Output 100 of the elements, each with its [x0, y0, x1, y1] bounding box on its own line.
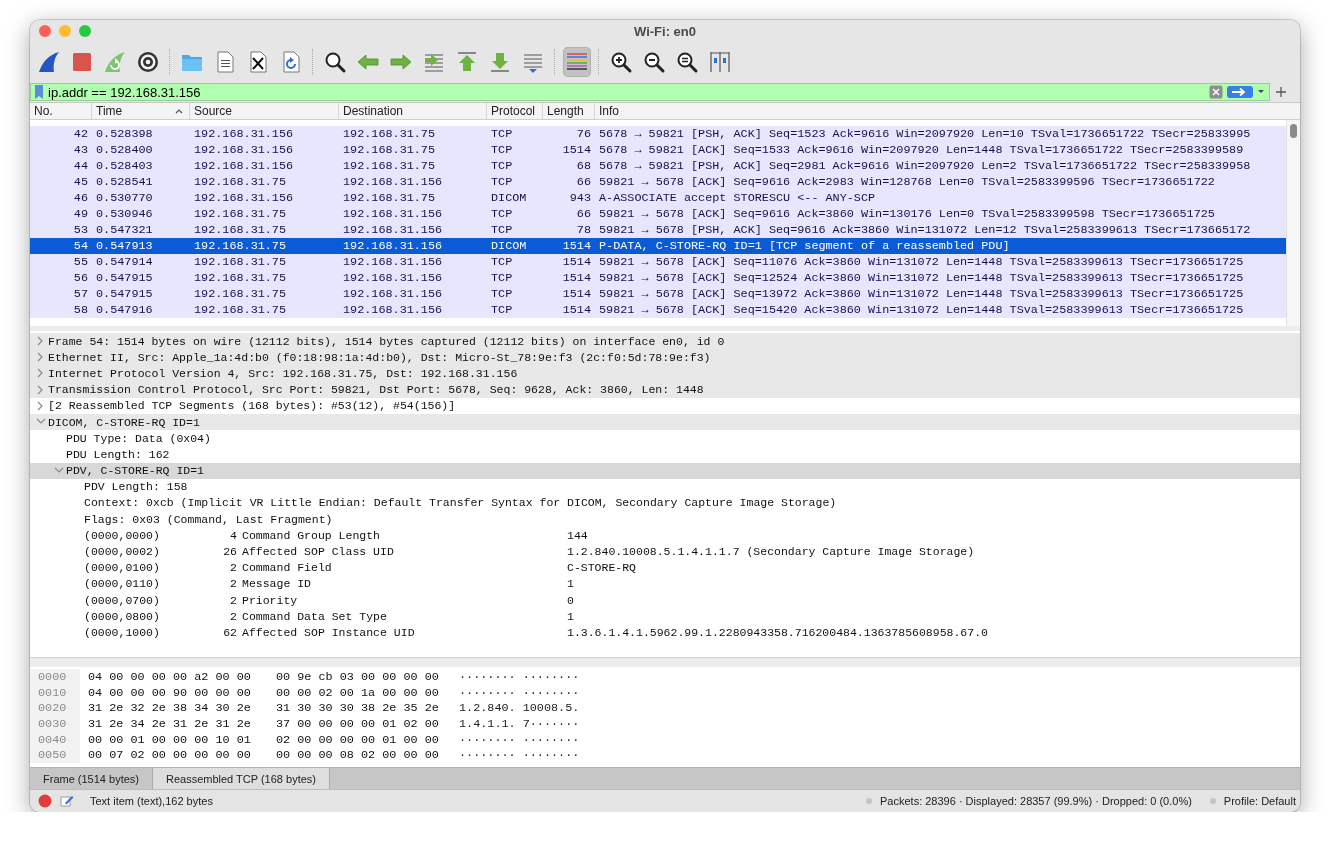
packet-row[interactable]: 49 0.530946 192.168.31.75 192.168.31.156 TCP 66 59821 → 5678 [ACK] Seq=9616 Ack=3860 Win=130176 Len=0 TSval=2583399598 TSecr=1736651725	[30, 206, 1286, 222]
table-cell-text: P-DATA, C-STORE-RQ ID=1 [TCP segment of a reassembled PDU]	[598, 239, 1011, 253]
packet-row[interactable]: 58 0.547916 192.168.31.75 192.168.31.156 TCP 1514 59821 → 5678 [ACK] Seq=15420 Ack=3860 Win=131072 Len=1448 TSval=2583399613 TSecr=1736651725	[30, 302, 1286, 318]
table-cell-text: 192.168.31.75	[193, 175, 288, 189]
table-cell-text: DICOM	[490, 239, 528, 253]
plus-icon[interactable]	[1276, 87, 1286, 97]
profile-text[interactable]: Profile: Default	[1223, 795, 1296, 807]
packet-row[interactable]: 56 0.547915 192.168.31.75 192.168.31.156 TCP 1514 59821 → 5678 [ACK] Seq=12524 Ack=3860 Win=131072 Len=1448 TSval=2583399613 TSecr=1736651725	[30, 270, 1286, 286]
element-value: 1	[567, 577, 574, 591]
tree-row[interactable]: Frame 54: 1514 bytes on wire (12112 bits), 1514 bytes captured (12112 bits) on interface en0, id 0	[30, 333, 1300, 350]
table-cell-text: TCP	[490, 271, 514, 285]
tag-text: (0000,0700)	[84, 593, 161, 607]
table-cell-text: 55	[72, 255, 89, 269]
table-cell-text: 45	[72, 175, 89, 189]
packet-row[interactable]: 46 0.530770 192.168.31.156 192.168.31.75 DICOM 943 A-ASSOCIATE accept STORESCU <-- ANY-SCP	[30, 190, 1286, 206]
byte-offset: 0020	[30, 700, 80, 717]
hex-bytes: 31 2e 34 2e 31 2e 31 2e	[88, 716, 252, 731]
table-cell-text: 0.528398	[95, 127, 154, 141]
tree-row[interactable]: Ethernet II, Src: Apple_1a:4d:b0 (f0:18:98:1a:4d:b0), Dst: Micro-St_78:9e:f3 (2c:f0:5d:78:9e:f3)	[30, 349, 1300, 366]
tag-text: (0000,0002)	[84, 545, 161, 559]
zoom-in-icon	[609, 50, 633, 74]
element-name: Command Field	[242, 561, 333, 575]
element-name: Message ID	[242, 577, 312, 591]
filter-bar[interactable]: ip.addr == 192.168.31.156	[30, 83, 1270, 101]
table-cell-text: 59821 → 5678 [ACK] Seq=13972 Ack=3860 Win=131072 Len=1448 TSval=2583399613 TSecr=1736651725	[598, 287, 1245, 301]
table-cell-text: 59821 → 5678 [ACK] Seq=9616 Ack=3860 Win=130176 Len=0 TSval=2583399598 TSecr=1736651725	[598, 207, 1216, 221]
column-header[interactable]: Info	[595, 103, 1300, 119]
table-cell-text: TCP	[490, 175, 514, 189]
ascii-text: 1.2.840. 10008.5.	[459, 701, 580, 716]
table-cell-text: 0.528403	[95, 159, 154, 173]
bookmark-icon[interactable]	[34, 84, 44, 100]
packet-row[interactable]: 45 0.528541 192.168.31.75 192.168.31.156 TCP 66 59821 → 5678 [ACK] Seq=9616 Ack=2983 Win=128768 Len=0 TSval=2583399596 TSecr=1736651722	[30, 174, 1286, 190]
caret-icon[interactable]	[1257, 88, 1265, 96]
tab[interactable]: Reassembled TCP (168 bytes)	[153, 768, 330, 789]
edit-icon[interactable]	[60, 794, 74, 808]
column-header[interactable]: Time	[92, 103, 190, 119]
table-cell-text: 58	[72, 303, 89, 317]
byte-offset: 0030	[30, 716, 80, 732]
zoom-button[interactable]	[79, 25, 91, 37]
table-cell-text: TCP	[490, 223, 514, 237]
error-dot-icon[interactable]	[38, 794, 52, 808]
column-header[interactable]: Protocol	[487, 103, 543, 119]
column-header[interactable]: Destination	[339, 103, 487, 119]
length-text: 2	[229, 577, 238, 591]
zoom-out-icon	[642, 50, 666, 74]
tree-item-text[interactable]: Flags: 0x03 (Command, Last Fragment)	[84, 512, 333, 526]
column-header[interactable]: No.	[30, 103, 92, 119]
packet-row[interactable]: 54 0.547913 192.168.31.75 192.168.31.156 DICOM 1514 P-DATA, C-STORE-RQ ID=1 [TCP segment of a reassembled PDU]	[30, 238, 1286, 254]
gear-icon	[136, 50, 160, 74]
hex-bytes: 00 00 00 08 02 00 00 00	[276, 748, 440, 763]
table-cell-text: 1514	[561, 287, 592, 301]
column-header[interactable]: Source	[190, 103, 339, 119]
packet-row[interactable]: 43 0.528400 192.168.31.156 192.168.31.75 TCP 1514 5678 → 59821 [ACK] Seq=1533 Ack=9616 Win=2097920 Len=1448 TSval=1736651722 TSecr=2583399589	[30, 142, 1286, 158]
packet-row[interactable]: 57 0.547915 192.168.31.75 192.168.31.156 TCP 1514 59821 → 5678 [ACK] Seq=13972 Ack=3860 Win=131072 Len=1448 TSval=2583399613 TSecr=1736651725	[30, 286, 1286, 302]
table-cell-text: 0.530946	[95, 207, 154, 221]
column-header[interactable]: Length	[543, 103, 595, 119]
table-cell-text: 0.547321	[95, 223, 154, 237]
tree-item-text[interactable]: Context: 0xcb (Implicit VR Little Endian: Default Transfer Syntax for DICOM, Secondary Capture Image Storage)	[84, 496, 837, 510]
table-cell-text: 0.547913	[95, 239, 154, 253]
table-cell-text: 192.168.31.156	[193, 127, 295, 141]
table-cell-text: 66	[575, 207, 592, 221]
table-cell-text: 0.528541	[95, 175, 154, 189]
tree-row[interactable]: DICOM, C-STORE-RQ ID=1	[30, 413, 1300, 431]
tree-item-text[interactable]: PDU Type: Data (0x04)	[66, 431, 211, 445]
table-cell-text: 943	[568, 191, 592, 205]
packet-row[interactable]: 53 0.547321 192.168.31.75 192.168.31.156 TCP 78 59821 → 5678 [PSH, ACK] Seq=9616 Ack=3860 Win=131072 Len=12 TSval=2583399613 TSecr=173665172	[30, 222, 1286, 238]
packet-row[interactable]: 44 0.528403 192.168.31.156 192.168.31.75 TCP 68 5678 → 59821 [PSH, ACK] Seq=2981 Ack=9616 Win=2097920 Len=2 TSval=1736651722 TSecr=258339958	[30, 158, 1286, 174]
scrollbar[interactable]	[1286, 120, 1300, 326]
table-cell-text: 0.530770	[95, 191, 154, 205]
table-cell-text: TCP	[490, 207, 514, 221]
table-cell-text: 5678 → 59821 [PSH, ACK] Seq=1523 Ack=9616 Win=2097920 Len=10 TSval=1736651722 TSecr=25833995	[598, 127, 1252, 141]
table-cell-text: 59821 → 5678 [ACK] Seq=9616 Ack=2983 Win=128768 Len=0 TSval=2583399596 TSecr=1736651722	[598, 175, 1216, 189]
element-value: 1	[567, 609, 574, 623]
tree-item-text: DICOM, C-STORE-RQ ID=1	[48, 415, 200, 429]
table-cell-text: 192.168.31.75	[193, 207, 288, 221]
tree-item-text[interactable]: PDV Length: 158	[84, 480, 188, 494]
ascii-text: 1.4.1.1. 7·······	[459, 716, 580, 731]
tree-row[interactable]: Internet Protocol Version 4, Src: 192.168.31.75, Dst: 192.168.31.156	[30, 365, 1300, 382]
resize-columns-icon	[708, 50, 732, 74]
close-button[interactable]	[39, 25, 51, 37]
table-cell-text: 42	[72, 127, 89, 141]
table-cell-text: 192.168.31.75	[193, 223, 288, 237]
table-cell-text: 57	[72, 287, 89, 301]
clear-icon[interactable]	[1209, 85, 1223, 99]
element-name: Command Data Set Type	[242, 609, 388, 623]
table-cell-text: 192.168.31.156	[193, 191, 295, 205]
table-cell-text: 0.547914	[95, 255, 154, 269]
status-text: Text item (text),162 bytes	[90, 795, 213, 807]
packet-row[interactable]: 42 0.528398 192.168.31.156 192.168.31.75 TCP 76 5678 → 59821 [PSH, ACK] Seq=1523 Ack=9616 Win=2097920 Len=10 TSval=1736651722 TSecr=25833995	[30, 126, 1286, 142]
table-cell-text: 1514	[561, 271, 592, 285]
packet-row[interactable]: 55 0.547914 192.168.31.75 192.168.31.156 TCP 1514 59821 → 5678 [ACK] Seq=11076 Ack=3860 Win=131072 Len=1448 TSval=2583399613 TSecr=1736651725	[30, 254, 1286, 270]
ascii-text: ········ ········	[459, 732, 580, 747]
tree-item-text[interactable]: PDU Length: 162	[66, 447, 170, 461]
packet-count-text: Packets: 28396 · Displayed: 28357 (99.9%) · Dropped: 0 (0.0%)	[880, 795, 1192, 807]
table-cell-text: 192.168.31.156	[342, 255, 444, 269]
hex-bytes: 04 00 00 00 90 00 00 00	[88, 685, 252, 700]
table-cell-text: 66	[575, 175, 592, 189]
tree-item-text[interactable]: [2 Reassembled TCP Segments (168 bytes): #53(12), #54(156)]	[48, 399, 456, 413]
tag-text: (0000,0100)	[84, 561, 161, 575]
table-cell-text: 59821 → 5678 [ACK] Seq=11076 Ack=3860 Win=131072 Len=1448 TSval=2583399613 TSecr=1736651725	[598, 255, 1245, 269]
